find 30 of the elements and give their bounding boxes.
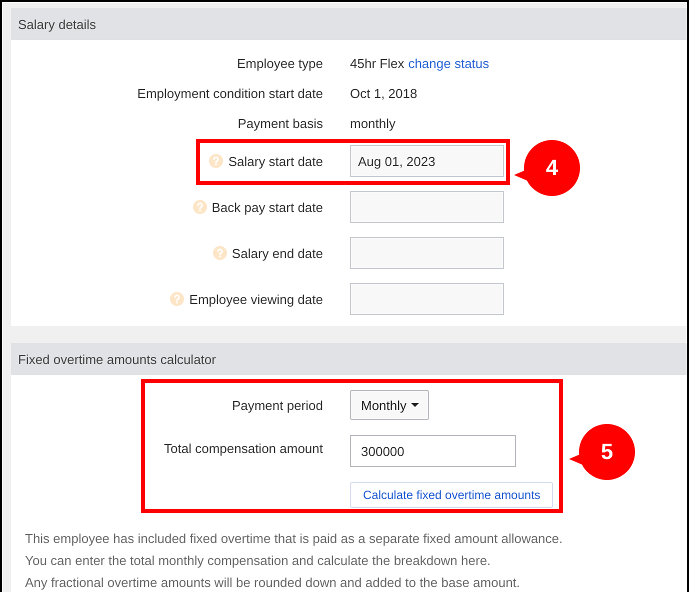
field-label: Employee viewing date [189, 292, 323, 306]
field-label: Salary end date [232, 246, 323, 260]
field-label: Employee type [237, 56, 323, 70]
field-label: Employment condition start date [137, 86, 323, 100]
caret-icon [410, 403, 419, 407]
date-field[interactable] [350, 237, 504, 269]
field-value: 45hr Flex [350, 56, 404, 70]
field-label: Payment period [232, 398, 323, 412]
amount-field[interactable]: 300000 [350, 435, 516, 467]
section-header: Fixed overtime amounts calculator [11, 343, 687, 375]
date-field[interactable] [350, 283, 504, 315]
field-label: Total compensation amount [164, 441, 323, 456]
date-field[interactable]: Aug 01, 2023 [350, 145, 504, 177]
help-icon[interactable] [170, 292, 184, 306]
change-status-link[interactable]: change status [408, 56, 490, 70]
help-text: This employee has included fixed overtime that is paid as a separate fixed amount allowance. [25, 530, 564, 548]
field-value: monthly [350, 116, 396, 130]
field-label: Payment basis [238, 116, 323, 130]
section-header: Salary details [11, 8, 687, 40]
help-icon[interactable] [209, 154, 224, 168]
help-text: Any fractional overtime amounts will be rounded down and added to the base amount. [25, 574, 522, 592]
help-icon[interactable] [212, 246, 227, 260]
field-label: Back pay start date [212, 200, 323, 214]
payment-period-dropdown[interactable]: Monthly [350, 390, 429, 420]
help-icon[interactable] [192, 200, 207, 214]
help-text: You can enter the total monthly compensation and calculate the breakdown here. [25, 552, 492, 570]
date-field[interactable] [350, 191, 504, 223]
field-value: Oct 1, 2018 [350, 86, 418, 100]
calculate-button[interactable]: Calculate fixed overtime amounts [350, 482, 554, 508]
field-label: Salary start date [228, 154, 323, 168]
